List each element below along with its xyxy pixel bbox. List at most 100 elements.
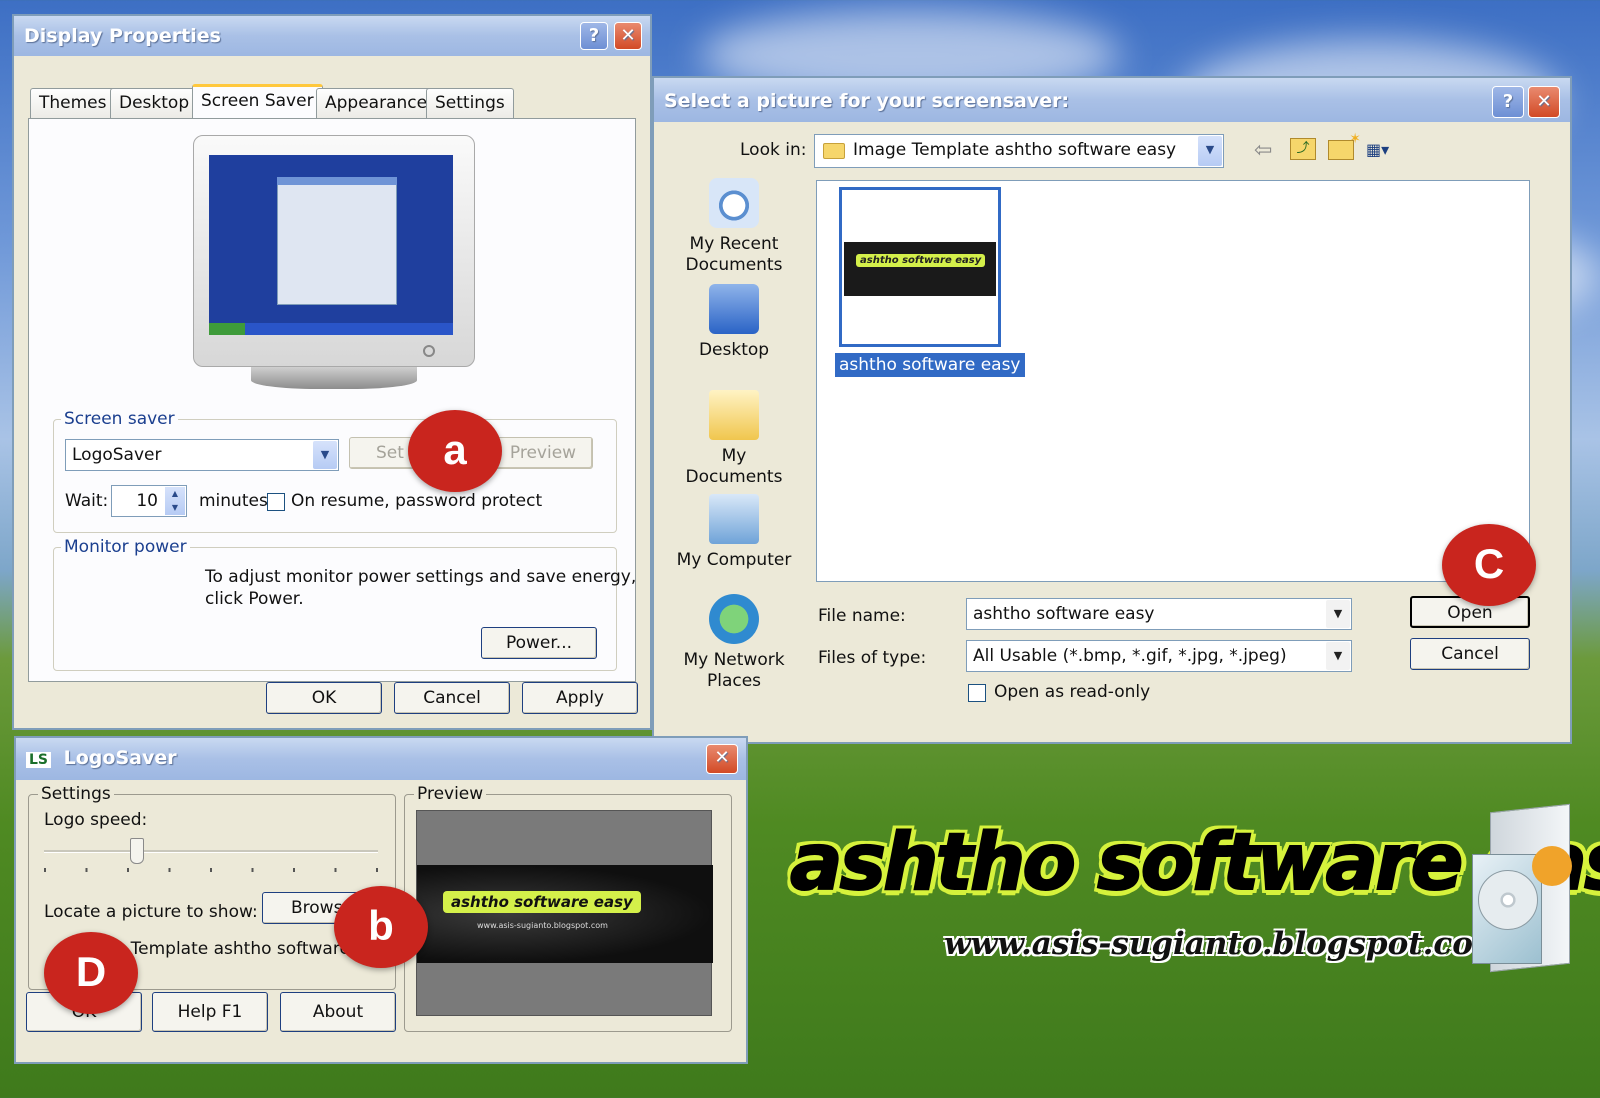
window-title: Display Properties (24, 25, 221, 47)
file-item[interactable]: ashtho software easy ashtho software eas… (835, 187, 1025, 377)
select-picture-titlebar[interactable]: Select a picture for your screensaver: ?… (654, 78, 1570, 122)
monitor-power-text-line1: To adjust monitor power settings and sav… (205, 567, 637, 587)
back-arrow-icon[interactable]: ⇦ (1254, 138, 1272, 163)
preview-panel: ashtho software easy www.asis-sugianto.b… (416, 810, 713, 1016)
file-name-label: File name: (818, 606, 906, 626)
screen-saver-select[interactable]: LogoSaver ▼ (65, 439, 339, 471)
place-my-network-places[interactable]: My Network Places (674, 594, 794, 692)
monitor-screen (209, 155, 453, 335)
locate-picture-label: Locate a picture to show: (44, 902, 258, 922)
tab-desktop[interactable]: Desktop (110, 88, 199, 118)
display-properties-window: Display Properties ? ✕ Themes Desktop Sc… (12, 14, 652, 730)
place-label: My Network Places (683, 650, 785, 691)
logosaver-titlebar[interactable]: LS LogoSaver ✕ (16, 738, 746, 780)
folder-icon (823, 143, 845, 159)
desktop-icon (709, 284, 759, 334)
place-label: My Documents (685, 446, 783, 487)
place-my-recent-documents[interactable]: My Recent Documents (674, 178, 794, 276)
wait-minutes-input[interactable]: 10 ▲ ▼ (111, 485, 187, 517)
file-name-value: ashtho software easy (973, 604, 1155, 624)
apply-button[interactable]: Apply (522, 682, 638, 714)
logo-speed-slider[interactable] (44, 838, 378, 874)
files-of-type-label: Files of type: (818, 648, 927, 668)
place-my-computer[interactable]: My Computer (674, 494, 794, 571)
look-in-value: Image Template ashtho software easy (853, 140, 1177, 160)
tab-appearance[interactable]: Appearance (316, 88, 437, 118)
computer-icon (709, 494, 759, 544)
file-name-input[interactable]: ashtho software easy ▼ (966, 598, 1352, 630)
file-list[interactable]: ashtho software easy ashtho software eas… (816, 180, 1530, 582)
settings-button-label: Set (376, 443, 404, 463)
window-title: LogoSaver (63, 747, 177, 769)
password-protect-checkbox[interactable] (267, 493, 285, 511)
screen-saver-select-value: LogoSaver (72, 445, 162, 465)
place-label: My Recent Documents (685, 234, 783, 275)
monitor-power-group-label: Monitor power (61, 537, 190, 557)
about-button[interactable]: About (280, 992, 396, 1032)
help-button[interactable]: Help F1 (152, 992, 268, 1032)
file-thumbnail: ashtho software easy (839, 187, 1001, 347)
slider-thumb[interactable] (130, 838, 144, 864)
read-only-checkbox[interactable] (968, 684, 986, 702)
chevron-down-icon[interactable]: ▼ (1326, 642, 1350, 670)
spinner-icon[interactable]: ▲ ▼ (165, 487, 185, 515)
cancel-button[interactable]: Cancel (394, 682, 510, 714)
chevron-down-icon[interactable]: ▼ (1198, 136, 1222, 166)
thumbnail-logo-text: ashtho software easy (856, 254, 986, 267)
files-of-type-select[interactable]: All Usable (*.bmp, *.gif, *.jpg, *.jpeg)… (966, 640, 1352, 672)
network-globe-icon (709, 594, 759, 644)
minutes-label: minutes (199, 491, 268, 511)
chevron-down-icon[interactable]: ▼ (1326, 600, 1350, 628)
slider-track (44, 850, 378, 853)
up-folder-icon[interactable]: ⤴ (1290, 138, 1316, 160)
slider-ticks (44, 868, 378, 872)
close-icon[interactable]: ✕ (1528, 86, 1560, 118)
place-my-documents[interactable]: My Documents (674, 390, 794, 488)
clock-document-icon (709, 178, 759, 228)
annotation-badge-c: C (1442, 524, 1536, 606)
power-button[interactable]: Power... (481, 627, 597, 659)
new-folder-icon[interactable]: ✶ (1328, 131, 1361, 160)
monitor-preview (193, 135, 475, 403)
close-icon[interactable]: ✕ (706, 744, 738, 774)
cd-icon (1478, 870, 1538, 930)
software-box-icon (1472, 803, 1582, 978)
preview-url-text: www.asis-sugianto.blogspot.com (477, 921, 608, 930)
tab-screen-saver[interactable]: Screen Saver (192, 84, 323, 120)
preview-logo-banner: ashtho software easy www.asis-sugianto.b… (417, 865, 713, 963)
file-item-label: ashtho software easy (835, 353, 1025, 377)
select-picture-dialog: Select a picture for your screensaver: ?… (652, 76, 1572, 744)
tab-themes[interactable]: Themes (30, 88, 116, 118)
look-in-select[interactable]: Image Template ashtho software easy ▼ (814, 134, 1224, 168)
brand-url-text: www.asis-sugianto.blogspot.com (944, 926, 1506, 962)
wait-value: 10 (136, 491, 158, 511)
documents-folder-icon (709, 390, 759, 440)
place-desktop[interactable]: Desktop (674, 284, 794, 361)
settings-group-label: Settings (38, 784, 114, 804)
display-properties-titlebar[interactable]: Display Properties ? ✕ (14, 16, 650, 56)
help-icon[interactable]: ? (1492, 86, 1524, 118)
password-protect-label: On resume, password protect (291, 491, 543, 511)
help-icon[interactable]: ? (580, 22, 608, 50)
chevron-down-icon[interactable]: ▼ (313, 441, 337, 469)
read-only-label: Open as read-only (994, 682, 1151, 702)
power-led-icon (423, 345, 435, 357)
annotation-badge-a: a (408, 410, 502, 492)
place-label: My Computer (676, 550, 792, 570)
preview-logo-text: ashtho software easy (443, 891, 641, 913)
annotation-badge-d: D (44, 932, 138, 1014)
ok-button[interactable]: OK (266, 682, 382, 714)
wait-label: Wait: (65, 491, 109, 511)
close-icon[interactable]: ✕ (614, 22, 642, 50)
tab-settings[interactable]: Settings (426, 88, 514, 118)
app-logo-icon: LS (26, 752, 52, 768)
preview-group-label: Preview (414, 784, 487, 804)
cancel-button[interactable]: Cancel (1410, 638, 1530, 670)
annotation-badge-b: b (334, 886, 428, 968)
look-in-label: Look in: (740, 140, 807, 160)
place-label: Desktop (698, 340, 770, 360)
logo-speed-label: Logo speed: (44, 810, 148, 830)
files-of-type-value: All Usable (*.bmp, *.gif, *.jpg, *.jpeg) (973, 646, 1287, 666)
view-menu-icon[interactable]: ▦▾ (1366, 140, 1404, 160)
tab-panel: Screen saver LogoSaver ▼ Set Preview Wai… (28, 118, 636, 682)
